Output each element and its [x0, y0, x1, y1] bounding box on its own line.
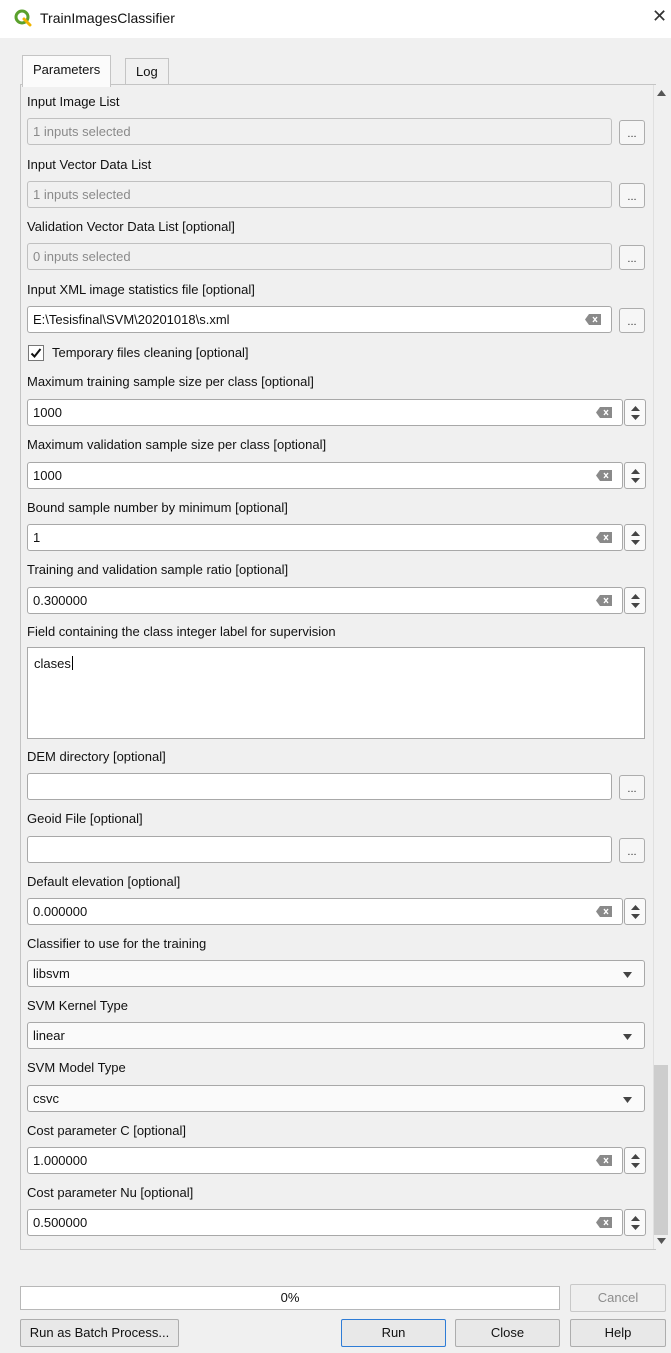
sample-ratio-value: 0.300000 — [33, 593, 88, 608]
input-vector-data-list-field: 1 inputs selected — [27, 181, 612, 208]
window-title: TrainImagesClassifier — [40, 10, 175, 26]
run-as-batch-button[interactable]: Run as Batch Process... — [20, 1319, 179, 1347]
clear-icon[interactable] — [596, 532, 612, 543]
spinner-arrows-icon — [631, 469, 640, 483]
bound-sample-minimum-value: 1 — [33, 530, 41, 545]
spinner-arrows-icon — [631, 406, 640, 420]
class-field-value: clases — [34, 656, 71, 671]
input-vector-data-list-browse-button[interactable]: ... — [619, 183, 645, 208]
spinner-arrows-icon — [631, 905, 640, 919]
svm-kernel-label: SVM Kernel Type — [27, 998, 128, 1013]
scroll-up-icon[interactable] — [657, 90, 666, 96]
cost-c-input[interactable]: 1.000000 — [27, 1147, 623, 1174]
cancel-button[interactable]: Cancel — [570, 1284, 666, 1312]
bound-sample-minimum-label: Bound sample number by minimum [optional… — [27, 500, 288, 515]
input-image-list-field: 1 inputs selected — [27, 118, 612, 145]
max-training-sample-label: Maximum training sample size per class [… — [27, 374, 314, 389]
svm-model-select[interactable]: csvc — [27, 1085, 645, 1112]
tab-log[interactable]: Log — [125, 58, 169, 85]
svm-model-label: SVM Model Type — [27, 1060, 126, 1075]
class-field-textarea[interactable]: clases — [27, 647, 645, 739]
max-training-sample-value: 1000 — [33, 405, 62, 420]
max-validation-sample-label: Maximum validation sample size per class… — [27, 437, 327, 452]
input-image-list-browse-button[interactable]: ... — [619, 120, 645, 145]
clear-icon[interactable] — [596, 470, 612, 481]
clear-icon[interactable] — [596, 1217, 612, 1228]
input-xml-stats-label: Input XML image statistics file [optiona… — [27, 282, 255, 297]
validation-vector-data-list-browse-button[interactable]: ... — [619, 245, 645, 270]
dem-directory-label: DEM directory [optional] — [27, 749, 166, 764]
max-validation-sample-input[interactable]: 1000 — [27, 462, 623, 489]
cost-c-value: 1.000000 — [33, 1153, 88, 1168]
clear-icon[interactable] — [596, 407, 612, 418]
chevron-down-icon — [623, 972, 632, 978]
checkmark-icon — [30, 348, 42, 358]
window-titlebar: TrainImagesClassifier ✕ — [0, 0, 671, 38]
temp-cleaning-checkbox[interactable] — [28, 345, 44, 361]
sample-ratio-spinner[interactable] — [624, 587, 646, 614]
geoid-file-browse-button[interactable]: ... — [619, 838, 645, 863]
validation-vector-data-list-field: 0 inputs selected — [27, 243, 612, 270]
progress-text: 0% — [280, 1290, 300, 1305]
max-validation-sample-spinner[interactable] — [624, 462, 646, 489]
tab-parameters[interactable]: Parameters — [22, 55, 112, 87]
clear-icon[interactable] — [596, 595, 612, 606]
progress-bar: 0% — [20, 1286, 560, 1310]
scrollbar-thumb[interactable] — [654, 1065, 668, 1235]
bound-sample-minimum-input[interactable]: 1 — [27, 524, 623, 551]
input-xml-stats-value: E:\Tesisfinal\SVM\20201018\s.xml — [33, 312, 230, 327]
classifier-value: libsvm — [33, 966, 70, 981]
cost-c-spinner[interactable] — [624, 1147, 646, 1174]
bound-sample-minimum-spinner[interactable] — [624, 524, 646, 551]
chevron-down-icon — [623, 1034, 632, 1040]
default-elevation-input[interactable]: 0.000000 — [27, 898, 623, 925]
text-caret — [71, 656, 73, 670]
cost-c-label: Cost parameter C [optional] — [27, 1123, 186, 1138]
max-training-sample-input[interactable]: 1000 — [27, 399, 623, 426]
spinner-arrows-icon — [631, 531, 640, 545]
cost-nu-input[interactable]: 0.500000 — [27, 1209, 623, 1236]
temp-cleaning-label: Temporary files cleaning [optional] — [52, 345, 249, 360]
default-elevation-spinner[interactable] — [624, 898, 646, 925]
cost-nu-spinner[interactable] — [624, 1209, 646, 1236]
scroll-down-icon[interactable] — [657, 1238, 666, 1244]
close-window-icon[interactable]: ✕ — [652, 6, 667, 26]
dem-directory-browse-button[interactable]: ... — [619, 775, 645, 800]
input-xml-stats-input[interactable]: E:\Tesisfinal\SVM\20201018\s.xml — [27, 306, 612, 333]
default-elevation-label: Default elevation [optional] — [27, 874, 181, 889]
default-elevation-value: 0.000000 — [33, 904, 88, 919]
validation-vector-data-list-label: Validation Vector Data List [optional] — [27, 219, 235, 234]
classifier-select[interactable]: libsvm — [27, 960, 645, 987]
geoid-file-input[interactable] — [27, 836, 612, 863]
clear-icon[interactable] — [596, 906, 612, 917]
input-xml-stats-browse-button[interactable]: ... — [619, 308, 645, 333]
clear-icon[interactable] — [585, 314, 601, 325]
sample-ratio-label: Training and validation sample ratio [op… — [27, 562, 289, 577]
svm-model-value: csvc — [33, 1091, 59, 1106]
input-vector-data-list-label: Input Vector Data List — [27, 157, 152, 172]
help-button[interactable]: Help — [570, 1319, 666, 1347]
sample-ratio-input[interactable]: 0.300000 — [27, 587, 623, 614]
chevron-down-icon — [623, 1097, 632, 1103]
close-button[interactable]: Close — [455, 1319, 560, 1347]
clear-icon[interactable] — [596, 1155, 612, 1166]
run-button[interactable]: Run — [341, 1319, 446, 1347]
cost-nu-value: 0.500000 — [33, 1215, 88, 1230]
max-training-sample-spinner[interactable] — [624, 399, 646, 426]
classifier-label: Classifier to use for the training — [27, 936, 207, 951]
max-validation-sample-value: 1000 — [33, 468, 62, 483]
svm-kernel-select[interactable]: linear — [27, 1022, 645, 1049]
spinner-arrows-icon — [631, 594, 640, 608]
spinner-arrows-icon — [631, 1216, 640, 1230]
input-image-list-label: Input Image List — [27, 94, 120, 109]
spinner-arrows-icon — [631, 1154, 640, 1168]
cost-nu-label: Cost parameter Nu [optional] — [27, 1185, 194, 1200]
class-field-label: Field containing the class integer label… — [27, 624, 336, 639]
geoid-file-label: Geoid File [optional] — [27, 811, 143, 826]
qgis-icon — [14, 9, 32, 27]
dem-directory-input[interactable] — [27, 773, 612, 800]
svm-kernel-value: linear — [33, 1028, 65, 1043]
